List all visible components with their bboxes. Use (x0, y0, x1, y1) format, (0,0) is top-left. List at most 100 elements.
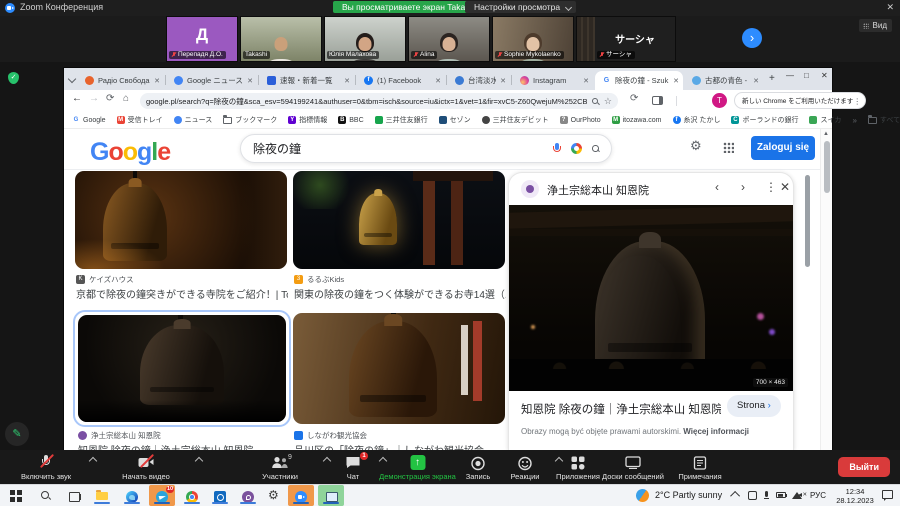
profile-avatar[interactable]: T (712, 93, 727, 108)
google-apps-grid-icon[interactable] (723, 142, 734, 153)
weather-text[interactable]: 2°C Partly sunny (655, 490, 722, 500)
panel-image-title[interactable]: 知恩院 除夜の鐘｜浄土宗総本山 知恩院 (521, 401, 721, 417)
bookmarks-overflow-icon[interactable]: » (852, 116, 856, 125)
tab-close-icon[interactable]: ✕ (247, 77, 253, 85)
bookmark-itozawa[interactable]: Mitozawa.com (612, 116, 662, 124)
result-image-rurubu[interactable] (293, 171, 505, 269)
weather-icon[interactable] (633, 486, 651, 504)
more-info-link[interactable]: Więcej informacji (683, 427, 749, 436)
google-logo[interactable]: Google (90, 138, 170, 167)
participant-tile-takashi[interactable]: Takashi (240, 16, 322, 62)
tab-taiwan-office[interactable]: 台湾淡水出張所✕ (448, 71, 510, 90)
search-icon[interactable] (592, 145, 599, 152)
tab-close-icon[interactable]: ✕ (583, 77, 589, 85)
participant-tile-yulia[interactable]: Юлія Малахова (324, 16, 406, 62)
result-source[interactable]: しながわ観光協会 (294, 430, 367, 441)
bookmark-google[interactable]: GGoogle (72, 116, 106, 124)
tab-koto-no-aoiro[interactable]: 古都の青色 - 17...✕ (685, 71, 763, 90)
voice-search-icon[interactable] (553, 143, 561, 155)
start-video-button[interactable]: Начать видео (100, 452, 192, 482)
previous-image-icon[interactable]: ‹ (715, 180, 719, 194)
panel-scrollbar-thumb[interactable] (805, 175, 810, 267)
action-center-icon[interactable] (882, 490, 893, 499)
result-title[interactable]: 知恩院 除夜の鐘｜浄土宗総本山 知恩院 (78, 442, 290, 450)
volume-muted-icon[interactable] (798, 491, 809, 500)
leave-meeting-button[interactable]: Выйти (838, 457, 890, 477)
selected-result-frame[interactable] (73, 310, 291, 427)
result-image-shinagawa[interactable] (293, 313, 505, 424)
next-participants-button[interactable]: › (742, 28, 762, 48)
all-bookmarks[interactable]: すべてのブックマーク (868, 115, 900, 125)
close-panel-icon[interactable]: ✕ (780, 180, 790, 194)
tab-radio-svoboda[interactable]: Радіо Свобода✕ (78, 71, 164, 90)
address-bar[interactable]: google.pl/search?q=除夜の鐘&sca_esv=59419924… (140, 93, 618, 109)
tab-close-icon[interactable]: ✕ (673, 77, 679, 85)
search-input[interactable]: 除夜の鐘 (240, 134, 612, 163)
window-minimize-button[interactable]: — (786, 71, 794, 80)
reactions-button[interactable]: Реакции (499, 452, 551, 482)
tab-search-chevron-icon[interactable] (68, 75, 76, 83)
page-scrollbar[interactable]: ▲ (820, 129, 832, 450)
sign-in-button[interactable]: Zaloguj się (751, 136, 815, 160)
bookmark-folder[interactable]: ブックマーク (223, 115, 277, 125)
task-view-button[interactable] (66, 488, 82, 504)
tray-mic-icon[interactable] (762, 491, 771, 500)
forward-icon[interactable]: → (89, 93, 99, 104)
file-explorer-button[interactable] (94, 488, 110, 504)
settings-gear-icon[interactable]: ⚙ (690, 138, 702, 154)
tray-overflow-chevron[interactable] (730, 491, 740, 501)
screen-share-indicator[interactable] (323, 488, 339, 504)
tab-close-icon[interactable]: ✕ (753, 77, 759, 85)
audio-options-caret[interactable] (89, 457, 97, 465)
participant-tile-alina[interactable]: Alina (408, 16, 490, 62)
result-title[interactable]: 品川区の「除夜の鐘」｜しながわ観光協会 (294, 442, 506, 450)
new-chrome-button[interactable]: 新しい Chrome をご利用いただけます⋮ (734, 92, 866, 109)
unmute-button[interactable]: Включить звук (6, 452, 86, 482)
scroll-up-icon[interactable]: ▲ (823, 131, 829, 137)
viber-button[interactable] (240, 488, 256, 504)
reload-icon[interactable]: ⟳ (106, 93, 114, 104)
bookmark-smbc[interactable]: 三井住友銀行 (375, 115, 428, 125)
window-close-button[interactable]: ✕ (821, 71, 828, 80)
record-button[interactable]: Запись (450, 452, 506, 482)
back-icon[interactable]: ← (72, 93, 82, 104)
telegram-button[interactable]: 10 (154, 488, 170, 504)
edge-button[interactable] (124, 488, 140, 504)
annotate-pencil-tool[interactable]: ✎ (5, 422, 29, 446)
chrome-menu-icon[interactable]: ⋮ (853, 93, 861, 110)
result-title[interactable]: 関東の除夜の鐘をつく体験ができるお寺14選（... (294, 286, 506, 301)
bookmark-facebook-profile[interactable]: f糸沢 たかし (673, 115, 721, 125)
scrollbar-thumb[interactable] (824, 141, 830, 193)
bookmark-ourphoto[interactable]: ?OurPhoto (560, 116, 601, 124)
participant-tile-sasha[interactable]: サーシャ サーシャ (576, 16, 676, 62)
bookmark-news[interactable]: ニュース (174, 115, 213, 125)
tab-facebook[interactable]: f (1) Facebook✕ (357, 71, 445, 90)
preview-image[interactable]: 700 × 463 (509, 205, 793, 391)
result-source[interactable]: 浄土宗総本山 知恩院 (78, 430, 161, 441)
bookmark-smbc-debit[interactable]: 三井住友デビット (482, 115, 549, 125)
result-source[interactable]: Kケイズハウス (76, 274, 134, 285)
google-lens-icon[interactable] (571, 143, 582, 154)
bookmark-inbox[interactable]: M受信トレイ (117, 115, 163, 125)
more-options-icon[interactable]: ⋮ (765, 180, 777, 194)
tray-app-icon[interactable] (748, 491, 757, 500)
tab-sokuho[interactable]: 速報・新着一覧✕ (260, 71, 354, 90)
extensions-icon[interactable]: ⟳ (630, 93, 638, 104)
participants-button[interactable]: 9 Участники (240, 452, 320, 482)
bookmark-yahoo[interactable]: Y指標情報 (288, 115, 327, 125)
bookmark-bbc[interactable]: BBBC (338, 116, 363, 124)
bookmark-saison[interactable]: セゾン (439, 115, 471, 125)
side-panel-icon[interactable] (652, 96, 663, 105)
result-image-keizu-house[interactable] (75, 171, 287, 269)
tab-close-icon[interactable]: ✕ (154, 77, 160, 85)
settings-button[interactable]: ⚙ (267, 488, 283, 504)
tab-google-news[interactable]: Google ニュース✕ (167, 71, 257, 90)
taskbar-search-button[interactable] (38, 488, 54, 504)
home-icon[interactable]: ⌂ (123, 93, 129, 104)
notes-button[interactable]: Примечания (662, 452, 738, 482)
titlebar-close-button[interactable]: ✕ (886, 2, 894, 13)
bookmark-suica[interactable]: スイカ (809, 115, 841, 125)
new-tab-button[interactable]: + (769, 73, 775, 84)
participant-tile-perepadya[interactable]: Д Перепадя Д.О. (166, 16, 238, 62)
chrome-button[interactable] (184, 488, 200, 504)
